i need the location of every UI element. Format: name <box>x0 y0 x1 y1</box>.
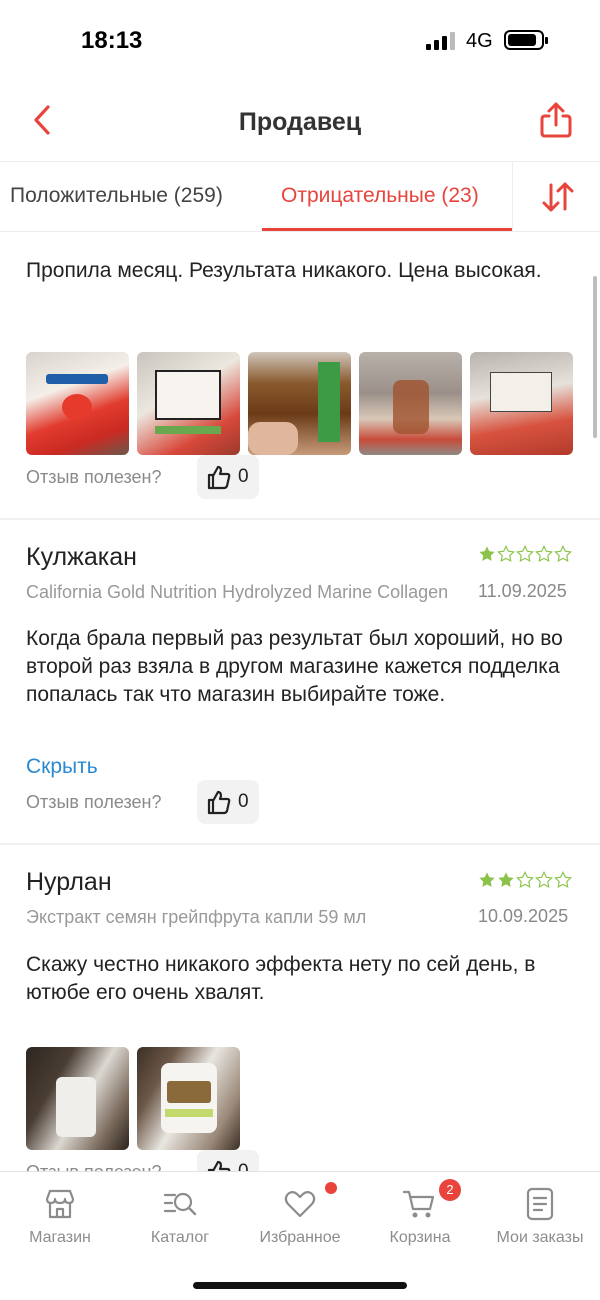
review-photo[interactable] <box>137 1047 240 1150</box>
store-icon <box>45 1189 75 1219</box>
review-date: 11.09.2025 <box>478 581 567 601</box>
review-divider <box>0 843 600 845</box>
review-tabs: Положительные (259) Отрицательные (23) <box>0 162 600 232</box>
active-tab-indicator <box>262 228 512 231</box>
nav-label: Магазин <box>29 1229 91 1246</box>
thumbs-up-icon <box>207 1160 231 1171</box>
review-photo[interactable] <box>470 352 573 455</box>
share-icon <box>540 102 572 138</box>
network-type: 4G <box>466 30 493 52</box>
page-title: Продавец <box>238 108 362 136</box>
reviews-list[interactable]: Пропила месяц. Результата никакого. Цена… <box>0 233 600 1171</box>
review-photos <box>26 1047 240 1150</box>
signal-icon <box>426 32 456 50</box>
favorites-notification-dot <box>325 1182 337 1194</box>
hide-link[interactable]: Скрыть <box>26 755 98 779</box>
star-filled-icon <box>479 546 495 561</box>
helpful-button[interactable]: 0 <box>197 1150 259 1171</box>
share-button[interactable] <box>536 100 576 140</box>
scrollbar[interactable] <box>593 276 597 438</box>
nav-label: Корзина <box>389 1229 451 1246</box>
review-photo[interactable] <box>359 352 462 455</box>
star-empty-icon <box>516 871 534 889</box>
review-photo[interactable] <box>137 352 240 455</box>
cart-badge: 2 <box>439 1179 461 1201</box>
cart-icon <box>402 1190 435 1218</box>
nav-label: Избранное <box>259 1229 341 1246</box>
review-product[interactable]: California Gold Nutrition Hydrolyzed Mar… <box>26 582 476 603</box>
review-photo[interactable] <box>248 352 351 455</box>
review-text: Скажу честно никакого эффекта нету по се… <box>26 953 536 1004</box>
review-text: Пропила месяц. Результата никакого. Цена… <box>26 259 542 282</box>
star-empty-icon <box>554 545 572 563</box>
battery-icon <box>504 30 548 50</box>
orders-icon <box>526 1187 554 1221</box>
nav-header: Продавец <box>0 80 600 162</box>
thumbs-up-icon <box>207 790 231 815</box>
helpful-button[interactable]: 0 <box>197 455 259 499</box>
rating-stars <box>478 871 572 889</box>
status-bar: 18:13 4G <box>0 0 600 80</box>
tab-positive[interactable]: Положительные (259) <box>10 184 223 208</box>
bottom-navigation: Магазин Каталог Избранное Корзина 2 Мои … <box>0 1171 600 1300</box>
sort-arrows-icon <box>542 182 574 212</box>
review-photos <box>26 352 573 455</box>
like-count: 0 <box>238 1161 249 1171</box>
home-indicator <box>193 1282 407 1289</box>
review-product[interactable]: Экстракт семян грейпфрута капли 59 мл <box>26 907 476 928</box>
review-author: Нурлан <box>26 868 112 896</box>
rating-stars <box>478 545 572 563</box>
star-empty-icon <box>497 545 515 563</box>
nav-label: Мои заказы <box>496 1229 584 1246</box>
star-empty-icon <box>516 545 534 563</box>
star-empty-icon <box>535 871 553 889</box>
sort-button[interactable] <box>538 177 578 217</box>
catalog-search-icon <box>163 1192 197 1216</box>
review-text: Когда брала первый раз результат был хор… <box>26 627 563 706</box>
review-photo[interactable] <box>26 1047 129 1150</box>
review-author: Кулжакан <box>26 543 137 571</box>
star-filled-icon <box>479 872 495 887</box>
nav-label: Каталог <box>150 1229 210 1246</box>
helpful-button[interactable]: 0 <box>197 780 259 824</box>
thumbs-up-icon <box>207 465 231 490</box>
tab-divider <box>512 162 513 232</box>
star-empty-icon <box>535 545 553 563</box>
heart-icon <box>284 1191 316 1218</box>
review-divider <box>0 518 600 520</box>
status-time: 18:13 <box>81 27 143 54</box>
like-count: 0 <box>238 466 249 487</box>
review-date: 10.09.2025 <box>478 906 569 926</box>
helpful-label: Отзыв полезен? <box>26 792 162 812</box>
helpful-label: Отзыв полезен? <box>26 1162 162 1171</box>
like-count: 0 <box>238 791 249 812</box>
tab-negative[interactable]: Отрицательные (23) <box>281 184 479 208</box>
star-filled-icon <box>498 872 514 887</box>
helpful-label: Отзыв полезен? <box>26 467 162 487</box>
review-photo[interactable] <box>26 352 129 455</box>
star-empty-icon <box>554 871 572 889</box>
